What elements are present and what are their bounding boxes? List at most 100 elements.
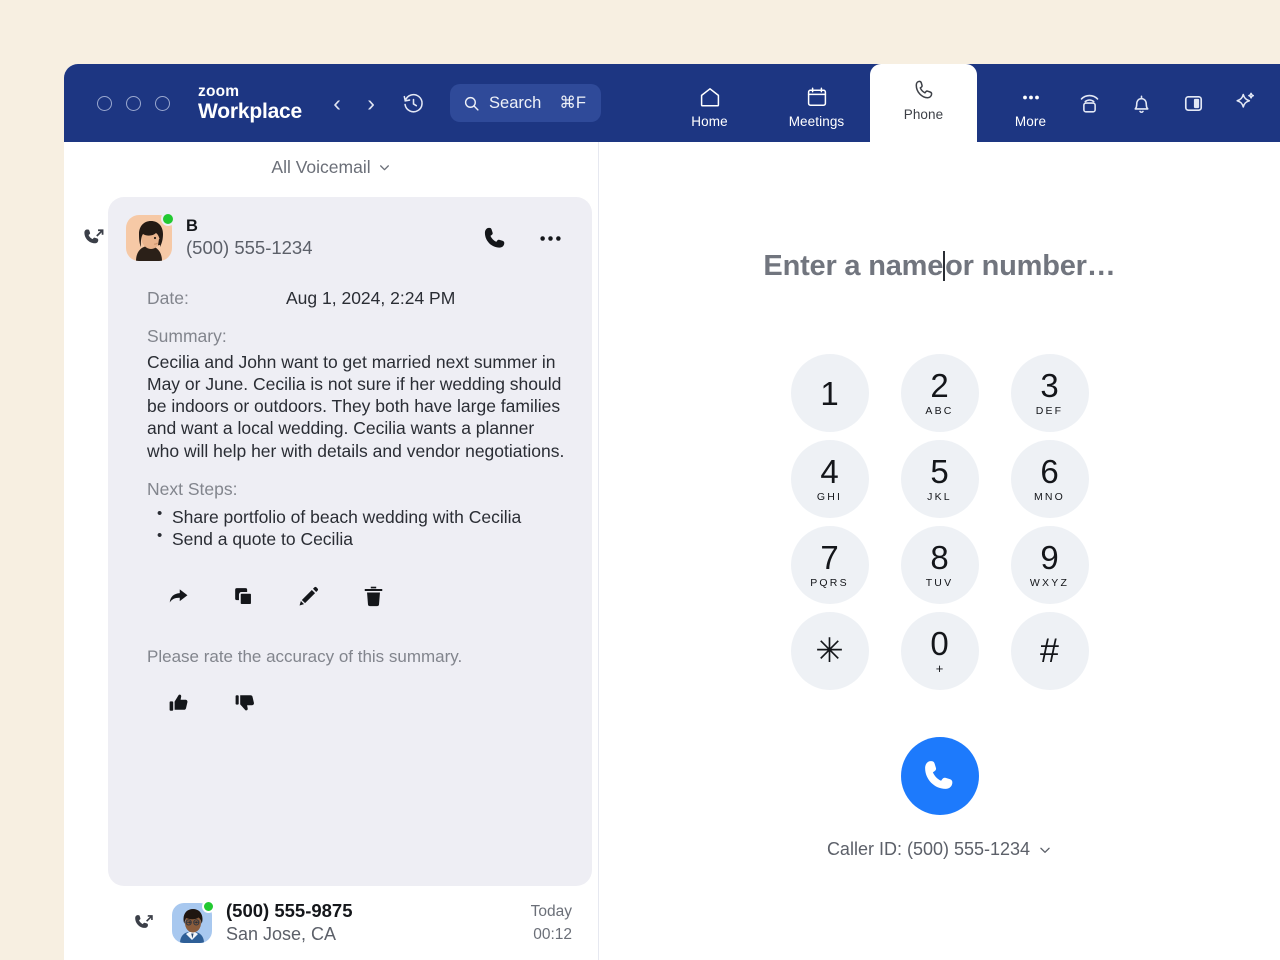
voicemail-list-item[interactable]: (500) 555-9875 San Jose, CA Today 00:12 xyxy=(64,886,598,960)
dialpad-digit: # xyxy=(1040,632,1059,670)
share-icon xyxy=(169,589,188,603)
dialpad-key-9[interactable]: 9 WXYZ xyxy=(1010,526,1089,604)
avatar xyxy=(126,212,175,261)
caller-id-label: Caller ID: (500) 555-1234 xyxy=(826,839,1031,859)
title-bar: zoom Workplace ‹ › Search ⌘F Home Meetin… xyxy=(64,64,1280,142)
dialpad-letters: + xyxy=(935,661,944,676)
tab-meetings[interactable]: Meetings xyxy=(763,72,870,142)
copy-icon xyxy=(235,588,253,606)
dialpad-letters: WXYZ xyxy=(1029,577,1070,590)
window-controls[interactable] xyxy=(97,95,170,111)
thumbs-up-button[interactable] xyxy=(167,691,191,715)
voicemail-filter-dropdown[interactable]: All Voicemail xyxy=(64,142,598,192)
dialpad-key-pound[interactable]: # xyxy=(1010,612,1089,690)
search-placeholder: Search xyxy=(489,93,542,112)
dialpad-key-star[interactable]: ✳ xyxy=(790,612,869,690)
dialpad-letters: PQRS xyxy=(810,577,849,590)
search-shortcut: ⌘F xyxy=(559,94,586,112)
rating-prompt: Please rate the accuracy of this summary… xyxy=(147,646,463,666)
call-back-button[interactable] xyxy=(482,225,509,252)
dialpad-digit: 4 xyxy=(820,453,839,491)
notification-bell-icon[interactable] xyxy=(1120,82,1162,124)
ellipsis-icon xyxy=(540,235,561,241)
dialpad-letters: GHI xyxy=(816,491,843,504)
dialpad-digit: ✳ xyxy=(815,632,844,670)
outgoing-call-icon xyxy=(122,912,166,935)
thumbs-up-icon xyxy=(169,694,188,711)
dialpad-key-4[interactable]: 4 GHI xyxy=(790,440,869,518)
maximize-window-button[interactable] xyxy=(155,95,170,111)
brand-workplace: Workplace xyxy=(198,99,303,123)
voicemail-card-body: Date: Aug 1, 2024, 2:24 PM Summary: Ceci… xyxy=(108,288,592,715)
dialpad-digit: 2 xyxy=(930,367,949,405)
ellipsis-icon xyxy=(1022,95,1039,100)
list-item-location: San Jose, CA xyxy=(226,924,337,945)
call-button[interactable] xyxy=(900,737,979,815)
dialpad-key-7[interactable]: 7 PQRS xyxy=(790,526,869,604)
app-content: All Voicemail B (500) 555-1234 Date: Aug… xyxy=(64,142,1280,960)
dialpad-key-3[interactable]: 3 DEF xyxy=(1010,354,1089,432)
summary-text: Cecilia and John want to get married nex… xyxy=(147,352,565,461)
thumbs-down-button[interactable] xyxy=(233,691,257,715)
close-window-button[interactable] xyxy=(97,95,112,111)
dial-input[interactable]: Enter a name or number… xyxy=(763,248,1115,284)
voicemail-card-header: B (500) 555-1234 xyxy=(83,212,592,261)
tab-home[interactable]: Home xyxy=(656,72,763,142)
caller-name: B xyxy=(186,216,198,235)
dialpad-key-2[interactable]: 2 ABC xyxy=(900,354,979,432)
dialpad-key-8[interactable]: 8 TUV xyxy=(900,526,979,604)
ai-sparkle-icon[interactable] xyxy=(1224,82,1266,124)
dialpad-digit: 5 xyxy=(930,453,949,491)
side-panel-icon[interactable] xyxy=(1172,82,1214,124)
share-button[interactable] xyxy=(166,584,191,609)
delete-button[interactable] xyxy=(361,584,386,609)
dialpad-letters: MNO xyxy=(1033,491,1066,504)
history-icon[interactable] xyxy=(396,91,430,116)
dialpad-key-6[interactable]: 6 MNO xyxy=(1010,440,1089,518)
dialpad-letters: JKL xyxy=(927,491,952,504)
home-icon xyxy=(700,88,719,107)
dialer-pane: Enter a name or number… 1 2 ABC 3 DEF 4 … xyxy=(599,142,1280,960)
outgoing-call-icon xyxy=(72,226,116,251)
tab-home-label: Home xyxy=(691,114,728,129)
phone-icon xyxy=(915,80,932,99)
rating-row xyxy=(147,691,566,715)
caller-id-selector[interactable]: Caller ID: (500) 555-1234 xyxy=(827,839,1052,860)
voicemail-filter-label: All Voicemail xyxy=(271,156,371,177)
thumbs-down-icon xyxy=(235,695,254,711)
tab-phone-label: Phone xyxy=(903,107,944,122)
dialpad-digit: 9 xyxy=(1040,539,1059,577)
back-button[interactable]: ‹ xyxy=(320,90,354,117)
dialpad-letters: TUV xyxy=(925,577,954,590)
brand-zoom: zoom xyxy=(198,83,240,101)
dialpad-digit: 0 xyxy=(930,625,949,662)
presence-indicator-available xyxy=(161,212,175,226)
list-item: Send a quote to Cecilia xyxy=(147,527,566,550)
dialpad-key-5[interactable]: 5 JKL xyxy=(900,440,979,518)
avatar xyxy=(172,900,215,944)
voicemail-more-button[interactable] xyxy=(537,225,564,252)
minimize-window-button[interactable] xyxy=(126,95,141,111)
dialpad-key-1[interactable]: 1 xyxy=(790,354,869,432)
copy-button[interactable] xyxy=(231,584,256,609)
voicemail-card-actions xyxy=(482,225,570,252)
dialpad-digit: 1 xyxy=(820,374,839,412)
forward-button[interactable]: › xyxy=(354,90,388,117)
list-item-meta: Today 00:12 xyxy=(531,902,572,944)
list-item-duration: 00:12 xyxy=(533,925,572,943)
dialpad-letters: DEF xyxy=(1035,405,1064,418)
tab-more-label: More xyxy=(1014,114,1047,129)
tab-meetings-label: Meetings xyxy=(788,114,845,129)
dialpad-key-0[interactable]: 0 + xyxy=(900,612,979,690)
edit-button[interactable] xyxy=(296,584,321,609)
dialpad: 1 2 ABC 3 DEF 4 GHI 5 JKL 6 MNO 7 PQRS 8… xyxy=(775,354,1105,690)
list-item: Share portfolio of beach wedding with Ce… xyxy=(147,505,566,528)
dialpad-digit: 8 xyxy=(930,539,949,577)
search-input[interactable]: Search ⌘F xyxy=(450,84,601,122)
date-value: Aug 1, 2024, 2:24 PM xyxy=(286,288,456,308)
summary-tool-row xyxy=(147,584,566,609)
voicemail-detail-card: B (500) 555-1234 Date: Aug 1, 2024, 2:24… xyxy=(83,197,592,887)
tab-phone[interactable]: Phone xyxy=(870,64,977,142)
dial-placeholder-before: Enter a name xyxy=(763,249,944,282)
screen-share-icon[interactable] xyxy=(1068,82,1110,124)
